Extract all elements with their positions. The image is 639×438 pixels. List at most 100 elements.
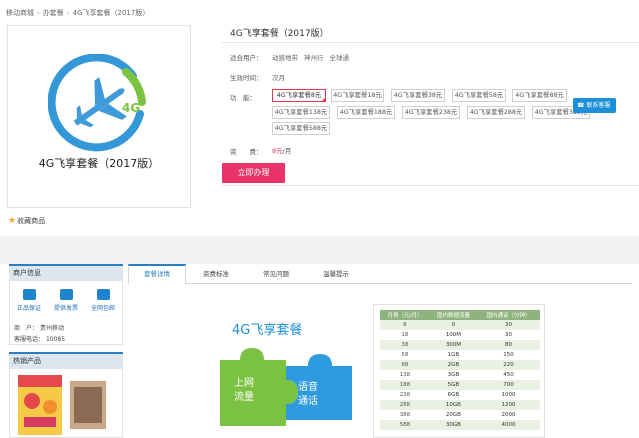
invoice-badge: 提供发票 xyxy=(48,289,84,312)
promo-heading: 4G飞享套餐 xyxy=(232,322,302,338)
hot-products-box xyxy=(9,369,123,438)
plan-option-138[interactable]: 4G飞享套餐138元 xyxy=(272,106,330,119)
plan-option-238[interactable]: 4G飞享套餐238元 xyxy=(402,106,460,119)
plan-option-188[interactable]: 4G飞享套餐188元 xyxy=(337,106,395,119)
fee-table: 月费（元/月） 国内数据流量 国内通话（分钟） 8 0 30 18 100M 30 38 30… xyxy=(380,310,540,430)
airplane-logo-icon: 4G xyxy=(48,54,146,152)
table-cell: 588 xyxy=(380,420,430,430)
table-cell: 138 xyxy=(380,370,430,380)
buy-now-button[interactable]: 立即办理 xyxy=(222,163,285,183)
fee-value: 8元/月 xyxy=(272,145,291,155)
breadcrumb-category-link[interactable]: 办套餐 xyxy=(43,9,64,17)
product-image-title: 4G飞享套餐（2017版） xyxy=(38,157,160,170)
section-separator xyxy=(0,236,639,264)
hot-products-title: 热销产品 xyxy=(9,352,123,369)
merchant-info-panel: 商户信息 正品保证 提供发票 全网包邮 商 户： 贵州移动 客服电话： 1008… xyxy=(9,264,123,345)
table-row: 18 100M 30 xyxy=(380,330,540,340)
table-cell: 450 xyxy=(477,370,540,380)
table-row: 38 300M 80 xyxy=(380,340,540,350)
table-header-row: 月费（元/月） 国内数据流量 国内通话（分钟） xyxy=(380,310,540,320)
table-row: 288 10GB 1200 xyxy=(380,400,540,410)
table-cell: 6GB xyxy=(429,390,478,400)
table-cell: 288 xyxy=(380,400,430,410)
table-cell: 0 xyxy=(429,320,478,330)
product-image: 4G 4G飞享套餐（2017版） xyxy=(7,25,191,208)
effective-label: 生效时间： xyxy=(230,74,263,82)
headset-icon: ☎ xyxy=(577,102,587,109)
table-row: 588 30GB 4000 xyxy=(380,420,540,430)
users-value: 动感地带 神州行 全球通 xyxy=(272,52,355,62)
table-header: 国内通话（分钟） xyxy=(477,310,540,320)
table-cell: 20GB xyxy=(429,410,478,420)
table-cell: 4000 xyxy=(477,420,540,430)
table-cell: 58 xyxy=(380,350,430,360)
table-cell: 2000 xyxy=(477,410,540,420)
promo-puzzle-illustration: 4G飞享套餐 上网 流量 语音 通话 xyxy=(220,322,352,426)
tab-plan-details[interactable]: 套餐详情 xyxy=(128,264,186,284)
contact-service-button[interactable]: ☎ 联系客服 xyxy=(573,98,616,113)
divider xyxy=(222,42,639,43)
logo-4g-text: 4G xyxy=(122,101,140,115)
table-cell: 2GB xyxy=(429,360,478,370)
detail-tabs: 套餐详情 资费标准 常见问题 温馨提示 xyxy=(128,264,632,284)
tab-faq[interactable]: 常见问题 xyxy=(246,264,306,284)
free-shipping-label: 全网包邮 xyxy=(90,305,115,312)
fee-label: 资 费： xyxy=(230,148,263,156)
product-title: 4G飞享套餐（2017版） xyxy=(230,29,329,39)
tab-tips[interactable]: 温馨提示 xyxy=(306,264,366,284)
fee-amount: 8元 xyxy=(272,147,283,155)
table-cell: 1GB xyxy=(429,350,478,360)
table-cell: 30 xyxy=(477,320,540,330)
table-cell: 1000 xyxy=(477,390,540,400)
invoice-label: 提供发票 xyxy=(53,305,78,312)
breadcrumb-home-link[interactable]: 移动商城 xyxy=(6,9,34,17)
table-cell: 100M xyxy=(429,330,478,340)
table-cell: 150 xyxy=(477,350,540,360)
user-type: 动感地带 xyxy=(272,54,298,62)
plan-option-58[interactable]: 4G飞享套餐58元 xyxy=(452,89,506,102)
collect-product-link[interactable]: ★收藏商品 xyxy=(8,216,45,226)
merchant-info-title: 商户信息 xyxy=(9,264,123,281)
table-cell: 220 xyxy=(477,360,540,370)
plan-option-288[interactable]: 4G飞享套餐288元 xyxy=(467,106,525,119)
breadcrumb-current: 4G飞享套餐（2017版） xyxy=(72,9,150,17)
table-header: 国内数据流量 xyxy=(429,310,478,320)
breadcrumb-separator: › xyxy=(66,9,70,17)
merchant-name-row: 商 户： 贵州移动 xyxy=(14,323,64,332)
table-cell: 38 xyxy=(380,340,430,350)
table-cell: 30 xyxy=(477,330,540,340)
table-cell: 10GB xyxy=(429,400,478,410)
table-row: 88 2GB 220 xyxy=(380,360,540,370)
fee-unit: /月 xyxy=(282,147,292,155)
table-cell: 238 xyxy=(380,390,430,400)
table-cell: 8 xyxy=(380,320,430,330)
contact-service-label: 联系客服 xyxy=(586,102,611,109)
table-cell: 18 xyxy=(380,330,430,340)
table-cell: 88 xyxy=(380,360,430,370)
promo-voice-line2: 通话 xyxy=(298,395,318,407)
table-cell: 300M xyxy=(429,340,478,350)
free-shipping-badge: 全网包邮 xyxy=(85,289,121,312)
table-cell: 30GB xyxy=(429,420,478,430)
plan-option-18[interactable]: 4G飞享套餐18元 xyxy=(331,89,384,102)
plan-option-38[interactable]: 4G飞享套餐38元 xyxy=(391,89,445,102)
genuine-label: 正品保证 xyxy=(16,305,41,312)
table-header: 月费（元/月） xyxy=(380,310,430,320)
promo-data-line1: 上网 xyxy=(234,377,254,389)
plan-option-588[interactable]: 4G飞享套餐588元 xyxy=(272,122,330,135)
plan-option-88[interactable]: 4G飞享套餐88元 xyxy=(512,89,567,102)
table-cell: 1200 xyxy=(477,400,540,410)
table-row: 388 20GB 2000 xyxy=(380,410,540,420)
genuine-badge: 正品保证 xyxy=(11,289,47,312)
effective-value: 次月 xyxy=(272,74,285,82)
invoice-icon xyxy=(59,289,73,300)
table-cell: 80 xyxy=(477,340,540,350)
plan-option-8[interactable]: 4G飞享套餐8元 xyxy=(272,89,326,102)
user-type: 全球通 xyxy=(329,54,350,62)
hot-product-image[interactable] xyxy=(10,369,122,435)
table-cell: 5GB xyxy=(429,380,478,390)
phone-label: 客服电话： xyxy=(14,336,45,343)
table-cell: 388 xyxy=(380,410,430,420)
breadcrumb-separator: › xyxy=(37,9,40,17)
tab-fee-standard[interactable]: 资费标准 xyxy=(186,264,246,284)
